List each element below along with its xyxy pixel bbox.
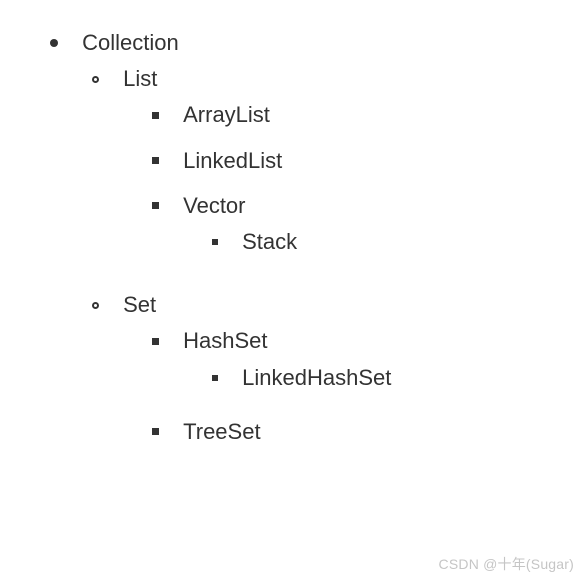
item-label: ArrayList (183, 103, 270, 128)
list-item: Set HashSet LinkedHashSet (50, 282, 576, 463)
item-label: LinkedHashSet (242, 365, 391, 390)
bullet-square-icon (152, 157, 159, 164)
item-label: List (123, 66, 157, 91)
item-label: Collection (82, 30, 179, 55)
bullet-circle-icon (92, 302, 99, 309)
item-label: HashSet (183, 329, 267, 354)
item-label: TreeSet (183, 419, 260, 444)
bullet-square-icon (152, 202, 159, 209)
bullet-square-icon (152, 338, 159, 345)
bullet-square-icon (152, 112, 159, 119)
watermark: CSDN @十年(Sugar) (439, 554, 574, 574)
list-item: LinkedHashSet (152, 355, 576, 400)
outline-list: LinkedHashSet (152, 355, 576, 400)
bullet-square-icon (212, 239, 218, 245)
item-label: LinkedList (183, 148, 282, 173)
list-item: LinkedList (92, 138, 576, 183)
list-item: TreeSet (92, 409, 576, 454)
list-item: Vector Stack (92, 183, 576, 273)
bullet-disc-icon (50, 39, 58, 47)
item-label: Stack (242, 229, 297, 254)
outline-list: HashSet LinkedHashSet TreeSet (92, 318, 576, 454)
outline-list: Collection List ArrayList LinkedList (10, 20, 576, 472)
outline-list: List ArrayList LinkedList Vector (50, 56, 576, 463)
outline-list: ArrayList LinkedList Vector Stack (92, 92, 576, 273)
list-item: HashSet LinkedHashSet (92, 318, 576, 408)
item-label: Vector (183, 193, 245, 218)
list-item: Collection List ArrayList LinkedList (10, 20, 576, 472)
list-item: Stack (152, 219, 576, 264)
item-label: Set (123, 292, 156, 317)
outline-list: Stack (152, 219, 576, 264)
list-item: ArrayList (92, 92, 576, 137)
list-item: List ArrayList LinkedList Vector (50, 56, 576, 282)
bullet-square-icon (212, 375, 218, 381)
bullet-square-icon (152, 428, 159, 435)
bullet-circle-icon (92, 76, 99, 83)
